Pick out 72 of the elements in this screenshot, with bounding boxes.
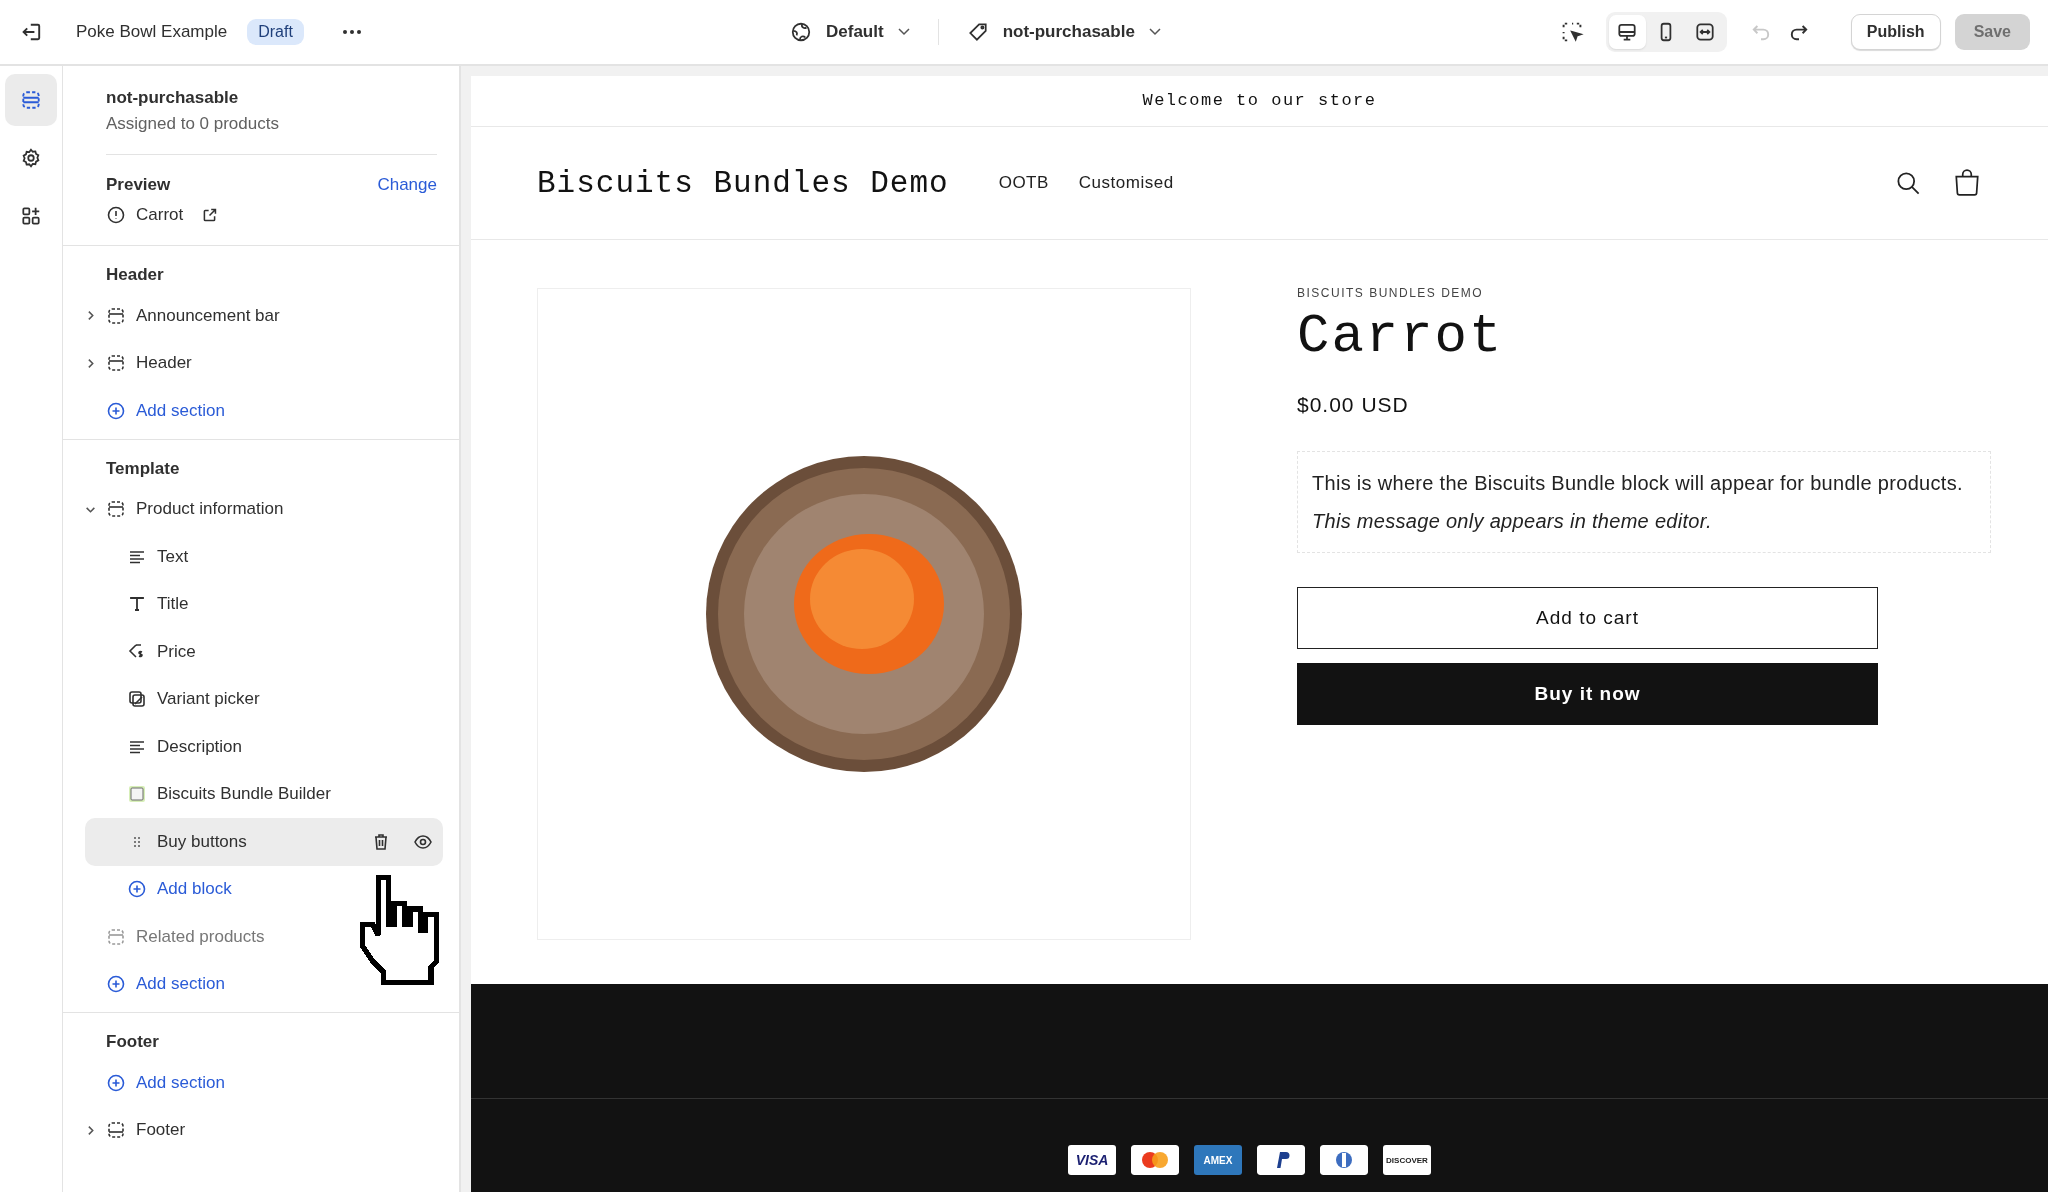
section-icon — [106, 353, 126, 374]
nav-link[interactable]: OOTB — [998, 173, 1049, 193]
template-selector[interactable]: not-purchasable — [956, 15, 1171, 49]
preview-product: Carrot — [136, 205, 184, 225]
product-price: $0.00 USD — [1297, 393, 1410, 417]
group-title: Footer — [105, 1031, 160, 1053]
settings-icon — [20, 147, 42, 169]
store-name: Poke Bowl Example — [76, 22, 228, 42]
desktop-icon — [1616, 21, 1639, 43]
mastercard-icon — [1131, 1145, 1179, 1175]
change-link[interactable]: Change — [377, 175, 437, 195]
full-width-icon — [1694, 21, 1717, 43]
section-icon — [106, 499, 126, 520]
variant-icon — [127, 689, 147, 710]
product-title: Carrot — [1297, 306, 1505, 367]
notice-text: This is where the Biscuits Bundle block will appear for bundle products. — [1312, 471, 1964, 496]
desktop-view-button[interactable] — [1608, 15, 1646, 49]
diners-card-icon — [1320, 1145, 1368, 1175]
footer-section-icon — [106, 1120, 126, 1141]
visa-card-icon: VISA — [1068, 1145, 1116, 1175]
amex-card-icon: AMEX — [1194, 1145, 1242, 1175]
theme-selector[interactable]: Default — [780, 15, 920, 49]
hovered-block-row[interactable]: Buy buttons — [85, 818, 443, 866]
more-icon[interactable] — [341, 28, 362, 36]
cart-icon[interactable] — [1952, 168, 1982, 198]
globe-icon — [790, 21, 812, 43]
add-section-link[interactable]: Add section — [136, 974, 225, 995]
store-logo[interactable]: Biscuits Bundles Demo — [537, 165, 949, 201]
add-to-cart-button[interactable]: Add to cart — [1297, 587, 1878, 649]
app-block-icon — [127, 784, 147, 805]
block-item[interactable]: Variant picker — [157, 689, 433, 710]
section-item[interactable]: Announcement bar — [136, 305, 280, 326]
section-item[interactable]: Product information — [136, 499, 284, 520]
buy-now-button[interactable]: Buy it now — [1297, 663, 1878, 725]
group-title: Template — [105, 457, 181, 480]
paypal-icon — [1257, 1145, 1305, 1175]
add-circle-icon[interactable] — [127, 879, 147, 900]
section-item[interactable]: Header — [136, 353, 192, 374]
preview-label: Preview — [106, 175, 171, 195]
status-badge: Draft — [247, 19, 304, 45]
assigned-count: Assigned to 0 products — [106, 114, 280, 134]
section-item[interactable]: Footer — [136, 1120, 186, 1141]
block-item[interactable]: Biscuits Bundle Builder — [157, 784, 433, 805]
add-block-link[interactable]: Add block — [157, 879, 232, 900]
add-section-link[interactable]: Add section — [136, 1072, 225, 1093]
tag-icon — [966, 21, 989, 43]
block-item[interactable]: Description — [157, 736, 433, 757]
block-item[interactable]: Text — [157, 546, 433, 567]
chevron-down-icon — [1148, 28, 1161, 36]
section-icon — [106, 305, 126, 326]
announcement-bar: Welcome to our store — [471, 76, 2048, 127]
sections-rail-button[interactable] — [5, 74, 57, 126]
chevron-down-icon — [897, 28, 910, 36]
apps-icon — [20, 205, 42, 227]
add-circle-icon[interactable] — [106, 400, 126, 421]
section-icon — [106, 926, 126, 947]
block-item[interactable]: Title — [157, 594, 433, 615]
template-name: not-purchasable — [106, 88, 240, 108]
product-vendor: BISCUITS BUNDLES DEMO — [1297, 286, 1485, 300]
notice-note: This message only appears in theme editor. — [1312, 509, 1713, 534]
alert-icon — [106, 205, 126, 225]
nav-link[interactable]: Customised — [1078, 173, 1174, 193]
add-circle-icon[interactable] — [106, 974, 126, 995]
group-title: Header — [105, 264, 165, 286]
block-item[interactable]: Buy buttons — [157, 831, 361, 852]
add-circle-icon[interactable] — [106, 1072, 126, 1093]
sections-icon — [20, 89, 42, 111]
discover-card-icon: DISCOVER — [1383, 1145, 1431, 1175]
add-section-link[interactable]: Add section — [136, 400, 225, 421]
block-item[interactable]: Price — [157, 641, 433, 662]
external-link-icon[interactable] — [201, 206, 219, 224]
publish-button[interactable]: Publish — [1850, 14, 1941, 50]
